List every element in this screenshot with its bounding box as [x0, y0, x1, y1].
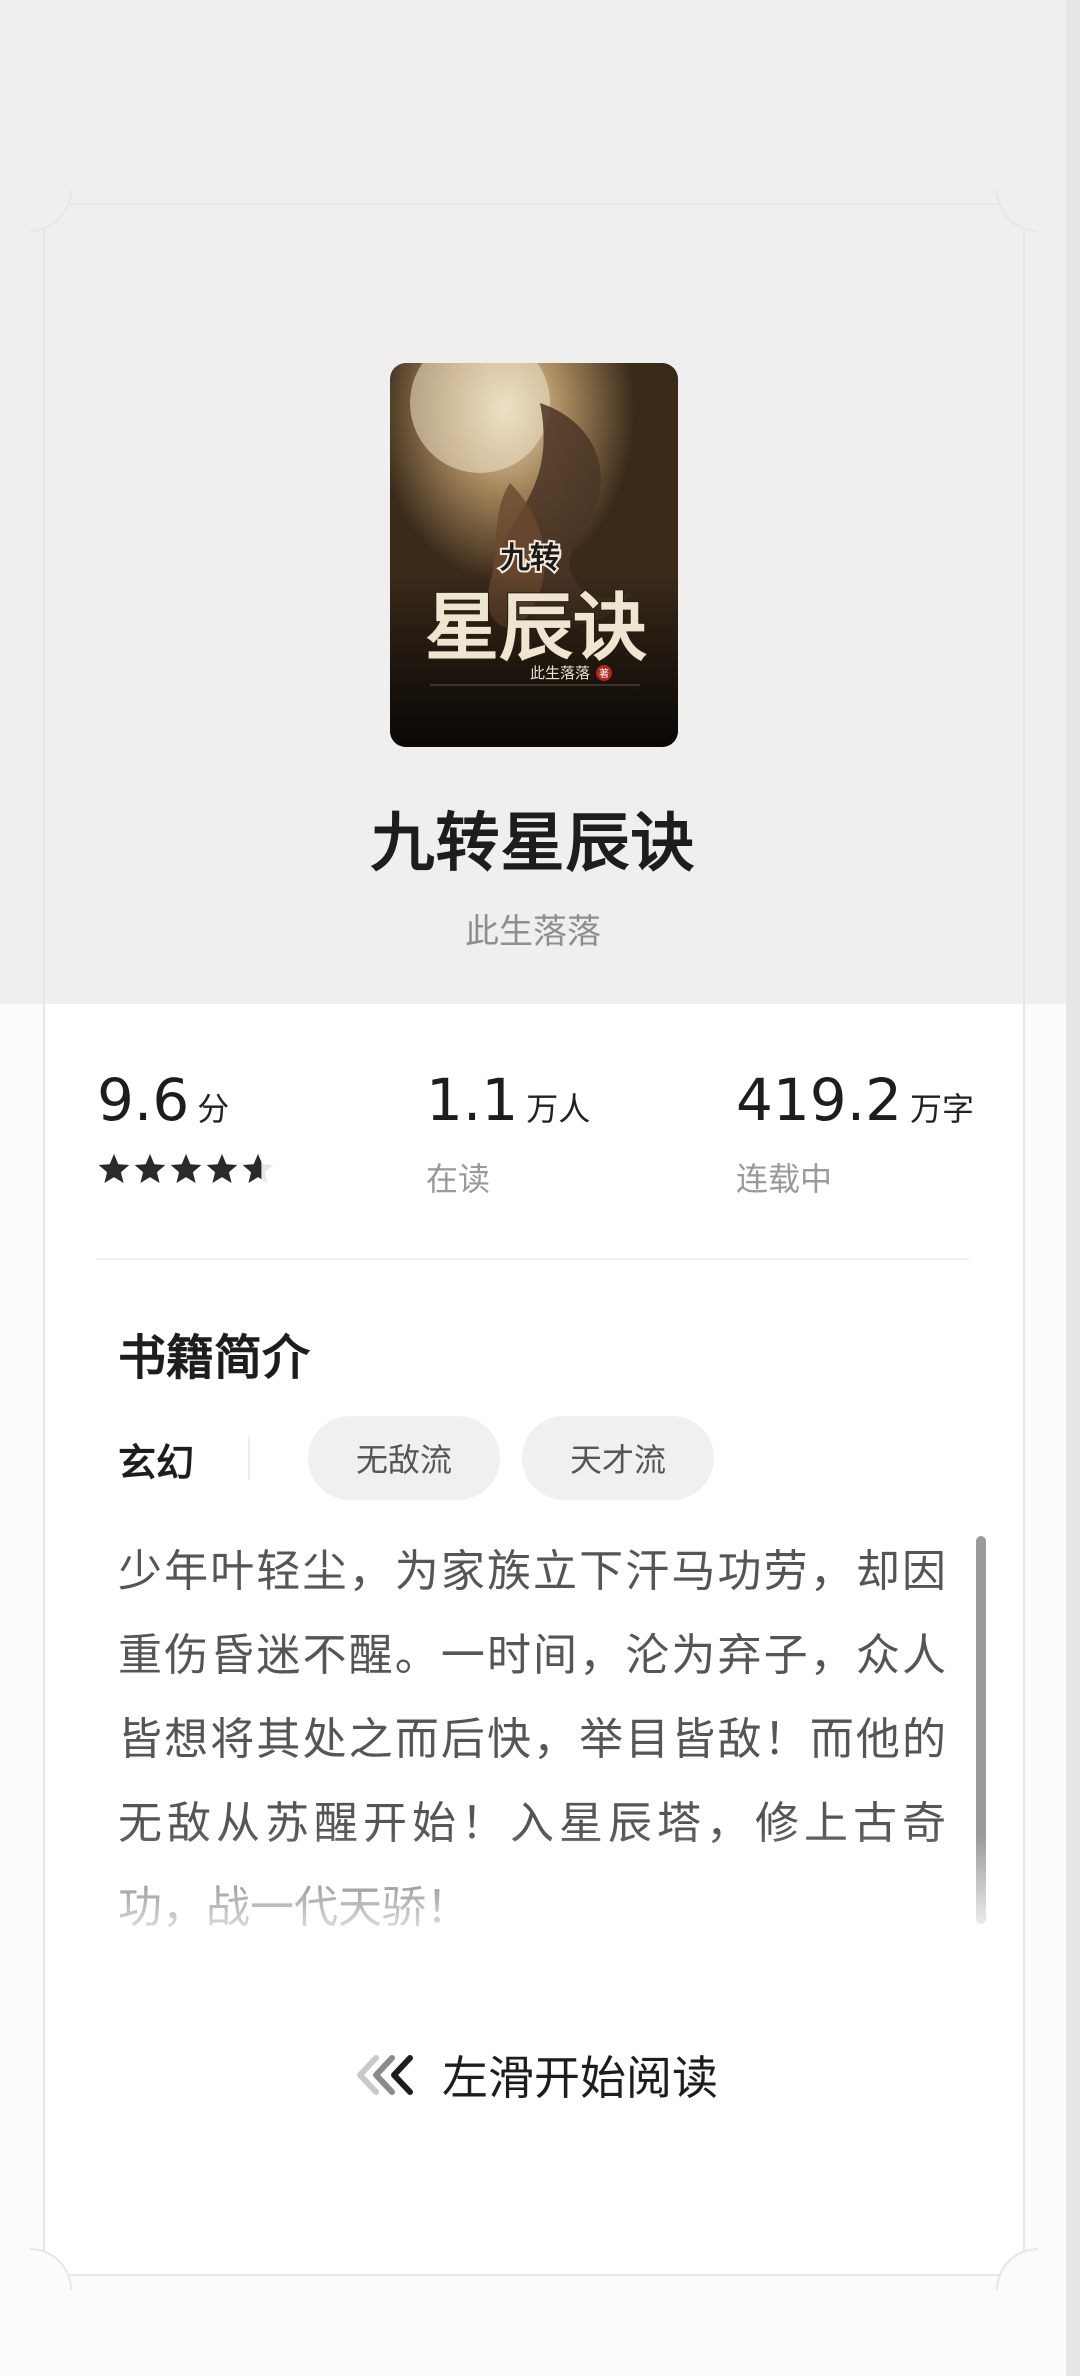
book-title: 九转星辰诀	[370, 807, 696, 881]
words-unit: 万字	[910, 1090, 975, 1128]
start-reading-hint[interactable]: 左滑开始阅读	[354, 2040, 718, 2110]
tag-separator	[248, 1436, 250, 1480]
cover-title-small: 九转	[500, 542, 560, 575]
book-cover[interactable]: 九转 星辰诀 此生落落 著	[390, 363, 678, 747]
readers-value: 1.1	[426, 1066, 519, 1134]
tag-chip[interactable]: 天才流	[522, 1416, 714, 1500]
star-icon	[170, 1154, 202, 1183]
page-edge	[1066, 0, 1080, 2376]
intro-heading: 书籍简介	[118, 1330, 311, 1386]
chevrons-left-icon	[357, 2055, 413, 2095]
star-icon	[98, 1154, 130, 1183]
status-label: 连载中	[736, 1160, 833, 1198]
stats-divider	[97, 1258, 969, 1260]
stat-words: 419.2 万字 连载中	[736, 1066, 975, 1198]
score-unit: 分	[197, 1090, 230, 1128]
readers-label: 在读	[426, 1160, 491, 1198]
category-label[interactable]: 玄幻	[118, 1432, 194, 1487]
start-reading-label: 左滑开始阅读	[442, 2051, 718, 2105]
rating-stars	[97, 1152, 275, 1186]
star-icon	[206, 1154, 238, 1183]
stat-score: 9.6 分	[97, 1066, 274, 1183]
score-value: 9.6	[97, 1066, 190, 1134]
readers-unit: 万人	[526, 1090, 591, 1128]
book-description: 少年叶轻尘，为家族立下汗马功劳，却因重伤昏迷不醒。一时间，沦为弃子，众人皆想将其…	[118, 1546, 946, 1933]
star-icon	[242, 1154, 274, 1183]
book-author[interactable]: 此生落落	[0, 904, 1066, 953]
description-scrollbar[interactable]	[976, 1536, 986, 1924]
description-scroll-area[interactable]: 少年叶轻尘，为家族立下汗马功劳，却因重伤昏迷不醒。一时间，沦为弃子，众人皆想将其…	[118, 1530, 946, 1940]
cover-author-mark: 著	[599, 667, 609, 680]
words-value: 419.2	[736, 1066, 903, 1134]
cover-author: 此生落落	[530, 665, 590, 682]
book-cover-art: 九转 星辰诀 此生落落 著	[390, 363, 678, 747]
cover-title-big: 星辰诀	[425, 588, 647, 670]
stat-readers: 1.1 万人 在读	[426, 1066, 591, 1198]
tag-chip[interactable]: 无敌流	[308, 1416, 500, 1500]
star-icon	[134, 1154, 166, 1183]
